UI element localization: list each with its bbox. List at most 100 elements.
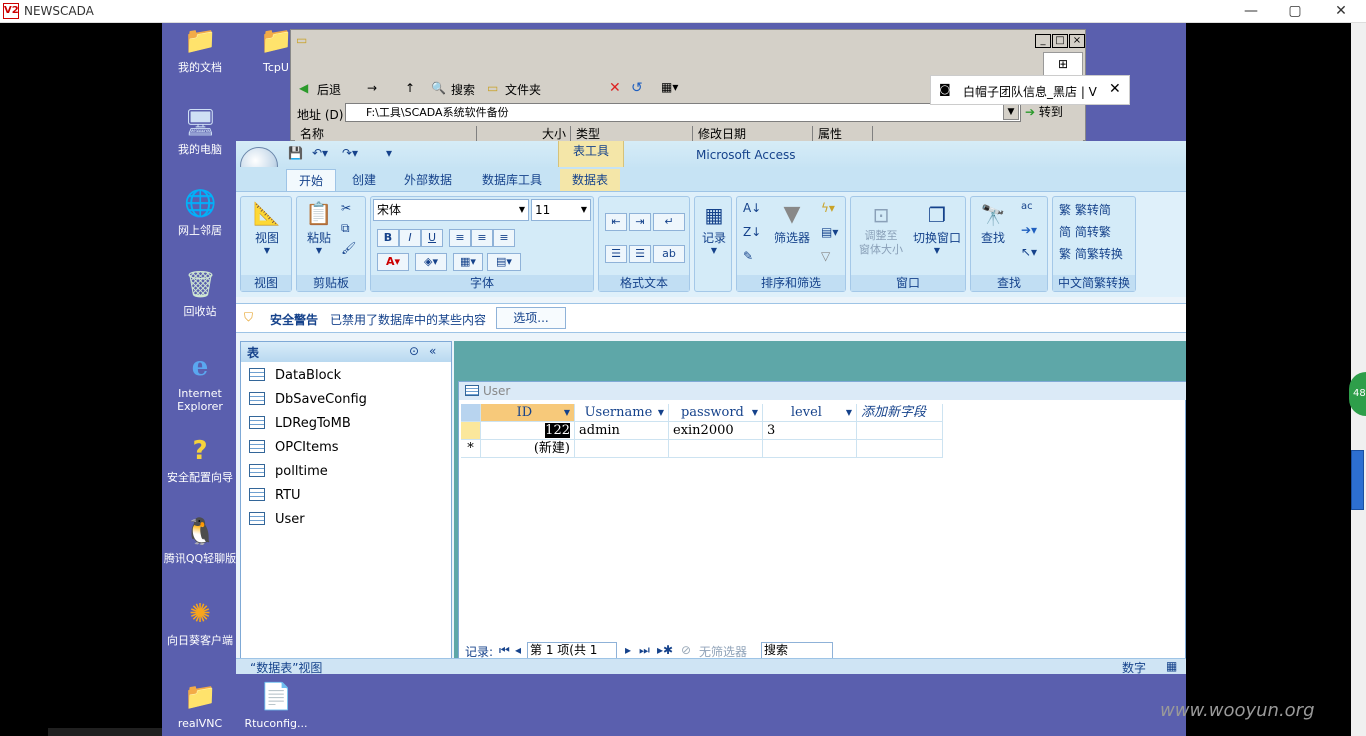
desktop-icon-ie[interactable]: e Internet Explorer xyxy=(162,351,240,413)
folders-button[interactable]: 文件夹 xyxy=(505,81,541,98)
column-header-username[interactable]: Username ▼ xyxy=(575,404,669,422)
desktop-icon-my-documents[interactable]: 📁 我的文档 xyxy=(162,25,240,74)
switch-window-button[interactable]: ❐ 切换窗口 ▼ xyxy=(909,201,965,255)
cell-add-field[interactable] xyxy=(857,422,943,440)
record-search-input[interactable]: 搜索 xyxy=(761,642,833,659)
first-record-button[interactable]: ⏮ xyxy=(499,643,510,658)
format-painter-icon[interactable]: 🖌 xyxy=(341,241,356,255)
chevron-down-icon[interactable]: ▼ xyxy=(658,404,664,422)
new-record-marker[interactable]: * xyxy=(461,440,481,458)
nav-item-opcitems[interactable]: OPCItems xyxy=(249,436,339,460)
fit-to-window-button[interactable]: ⊡ 调整至 窗体大小 xyxy=(855,201,907,257)
align-left-button[interactable]: ≡ xyxy=(449,229,471,247)
font-name-select[interactable]: 宋体 ▼ xyxy=(373,199,529,221)
desktop-icon-my-computer[interactable]: 🖥 我的电脑 xyxy=(162,107,240,156)
restore-button[interactable]: ▢ xyxy=(1272,1,1318,22)
views-icon[interactable]: ▦▾ xyxy=(661,80,678,94)
desktop-icon-realvnc[interactable]: 📁 realVNC xyxy=(162,681,240,730)
chevron-down-icon[interactable]: ▼ xyxy=(564,404,570,422)
search-button[interactable]: 搜索 xyxy=(451,81,475,98)
highlight-button[interactable]: ab xyxy=(653,245,685,263)
select-icon[interactable]: ↖▾ xyxy=(1021,245,1037,259)
new-record-id[interactable]: (新建) xyxy=(481,440,575,458)
font-size-select[interactable]: 11 ▼ xyxy=(531,199,591,221)
paste-button[interactable]: 📋 粘贴 ▼ xyxy=(301,201,337,255)
simplified-to-traditional-button[interactable]: 简 简转繁 xyxy=(1059,223,1111,240)
new-record-cell[interactable] xyxy=(857,440,943,458)
chevron-down-icon[interactable]: ⊙ xyxy=(409,344,419,358)
record-selector[interactable] xyxy=(461,422,481,440)
datasheet-view-icon[interactable]: ▦ xyxy=(1166,659,1177,673)
find-button[interactable]: 🔭 查找 xyxy=(973,201,1013,246)
records-button[interactable]: ▦ 记录 ▼ xyxy=(697,201,731,255)
bullets-button[interactable]: ☰ xyxy=(605,245,627,263)
nav-item-rtu[interactable]: RTU xyxy=(249,484,301,508)
cell-password[interactable]: exin2000 xyxy=(669,422,763,440)
chevron-down-icon[interactable]: ▼ xyxy=(846,404,852,422)
undo-icon[interactable]: ↺ xyxy=(631,80,643,96)
filter-button[interactable]: ▼ 筛选器 xyxy=(767,201,817,246)
tab-create[interactable]: 创建 xyxy=(340,169,388,191)
increase-indent-button[interactable]: ⇥ xyxy=(629,213,651,231)
close-button[interactable]: ✕ xyxy=(1318,1,1364,22)
quick-access-customize-icon[interactable]: ▾ xyxy=(386,146,392,160)
bold-button[interactable]: B xyxy=(377,229,399,247)
nav-pane-header[interactable]: 表 ⊙ « xyxy=(241,342,451,362)
column-modified[interactable]: 修改日期 xyxy=(693,126,813,142)
desktop-icon-qq[interactable]: 🐧 腾讯QQ轻聊版 xyxy=(162,516,240,565)
security-options-button[interactable]: 选项... xyxy=(496,307,566,329)
notification-toast[interactable]: ◙ 白帽子团队信息_黑店 | V ✕ xyxy=(930,75,1130,105)
save-icon[interactable]: 💾 xyxy=(288,146,303,160)
tab-database-tools[interactable]: 数据库工具 xyxy=(470,169,554,191)
next-record-button[interactable]: ▸ xyxy=(625,643,631,657)
replace-icon[interactable]: ac xyxy=(1021,201,1033,212)
underline-button[interactable]: U xyxy=(421,229,443,247)
nav-item-polltime[interactable]: polltime xyxy=(249,460,328,484)
column-name[interactable]: 名称 xyxy=(295,126,477,142)
explorer-minimize-button[interactable]: _ xyxy=(1035,34,1051,48)
address-input[interactable]: F:\工具\SCADA系统软件备份 xyxy=(345,103,1021,122)
text-direction-button[interactable]: ↵ xyxy=(653,213,685,231)
go-button[interactable]: ➔ 转到 xyxy=(1025,103,1081,122)
chevron-down-icon[interactable]: ▼ xyxy=(752,404,758,422)
nav-item-user[interactable]: User xyxy=(249,508,305,532)
view-button[interactable]: 📐 视图 ▼ xyxy=(247,201,287,255)
nav-item-ldregtomb[interactable]: LDRegToMB xyxy=(249,412,351,436)
close-icon[interactable]: ✕ xyxy=(1109,81,1121,97)
copy-icon[interactable]: ⧉ xyxy=(341,221,350,236)
minimize-button[interactable]: — xyxy=(1228,1,1274,22)
column-header-password[interactable]: password ▼ xyxy=(669,404,763,422)
italic-button[interactable]: I xyxy=(399,229,421,247)
fill-color-button[interactable]: ◈▾ xyxy=(415,253,447,271)
align-center-button[interactable]: ≡ xyxy=(471,229,493,247)
column-header-id[interactable]: ID ▼ xyxy=(481,404,575,422)
column-type[interactable]: 类型 xyxy=(571,126,693,142)
delete-icon[interactable]: ✕ xyxy=(609,80,621,96)
tab-datasheet[interactable]: 数据表 xyxy=(560,169,621,191)
address-dropdown-button[interactable]: ▼ xyxy=(1003,104,1019,120)
font-color-button[interactable]: A▾ xyxy=(377,253,409,271)
new-record-cell[interactable] xyxy=(763,440,857,458)
cell-username[interactable]: admin xyxy=(575,422,669,440)
goto-icon[interactable]: ➔▾ xyxy=(1021,223,1037,237)
speed-widget[interactable]: 48 xyxy=(1349,372,1366,416)
desktop-icon-recycle-bin[interactable]: 🗑 回收站 xyxy=(162,269,240,318)
column-size[interactable]: 大小 xyxy=(477,126,571,142)
alternate-fill-button[interactable]: ▤▾ xyxy=(487,253,521,271)
cell-level[interactable]: 3 xyxy=(763,422,857,440)
back-button[interactable]: 后退 xyxy=(317,81,341,98)
chinese-conversion-button[interactable]: 繁 简繁转换 xyxy=(1059,245,1123,262)
new-record-cell[interactable] xyxy=(575,440,669,458)
cut-icon[interactable]: ✂ xyxy=(341,201,351,215)
clear-sort-icon[interactable]: ✎ xyxy=(743,249,753,263)
cell-id[interactable]: 122 xyxy=(481,422,575,440)
advanced-filter-icon[interactable]: ▤▾ xyxy=(821,225,838,239)
sort-ascending-icon[interactable]: A↓ xyxy=(743,201,761,215)
tab-home[interactable]: 开始 xyxy=(286,169,337,191)
column-header-add-field[interactable]: 添加新字段 xyxy=(857,404,943,422)
redo-icon[interactable]: ↷▾ xyxy=(342,146,358,160)
new-record-cell[interactable] xyxy=(669,440,763,458)
undo-icon[interactable]: ↶▾ xyxy=(312,146,328,160)
gridlines-button[interactable]: ▦▾ xyxy=(453,253,483,271)
column-header-level[interactable]: level ▼ xyxy=(763,404,857,422)
